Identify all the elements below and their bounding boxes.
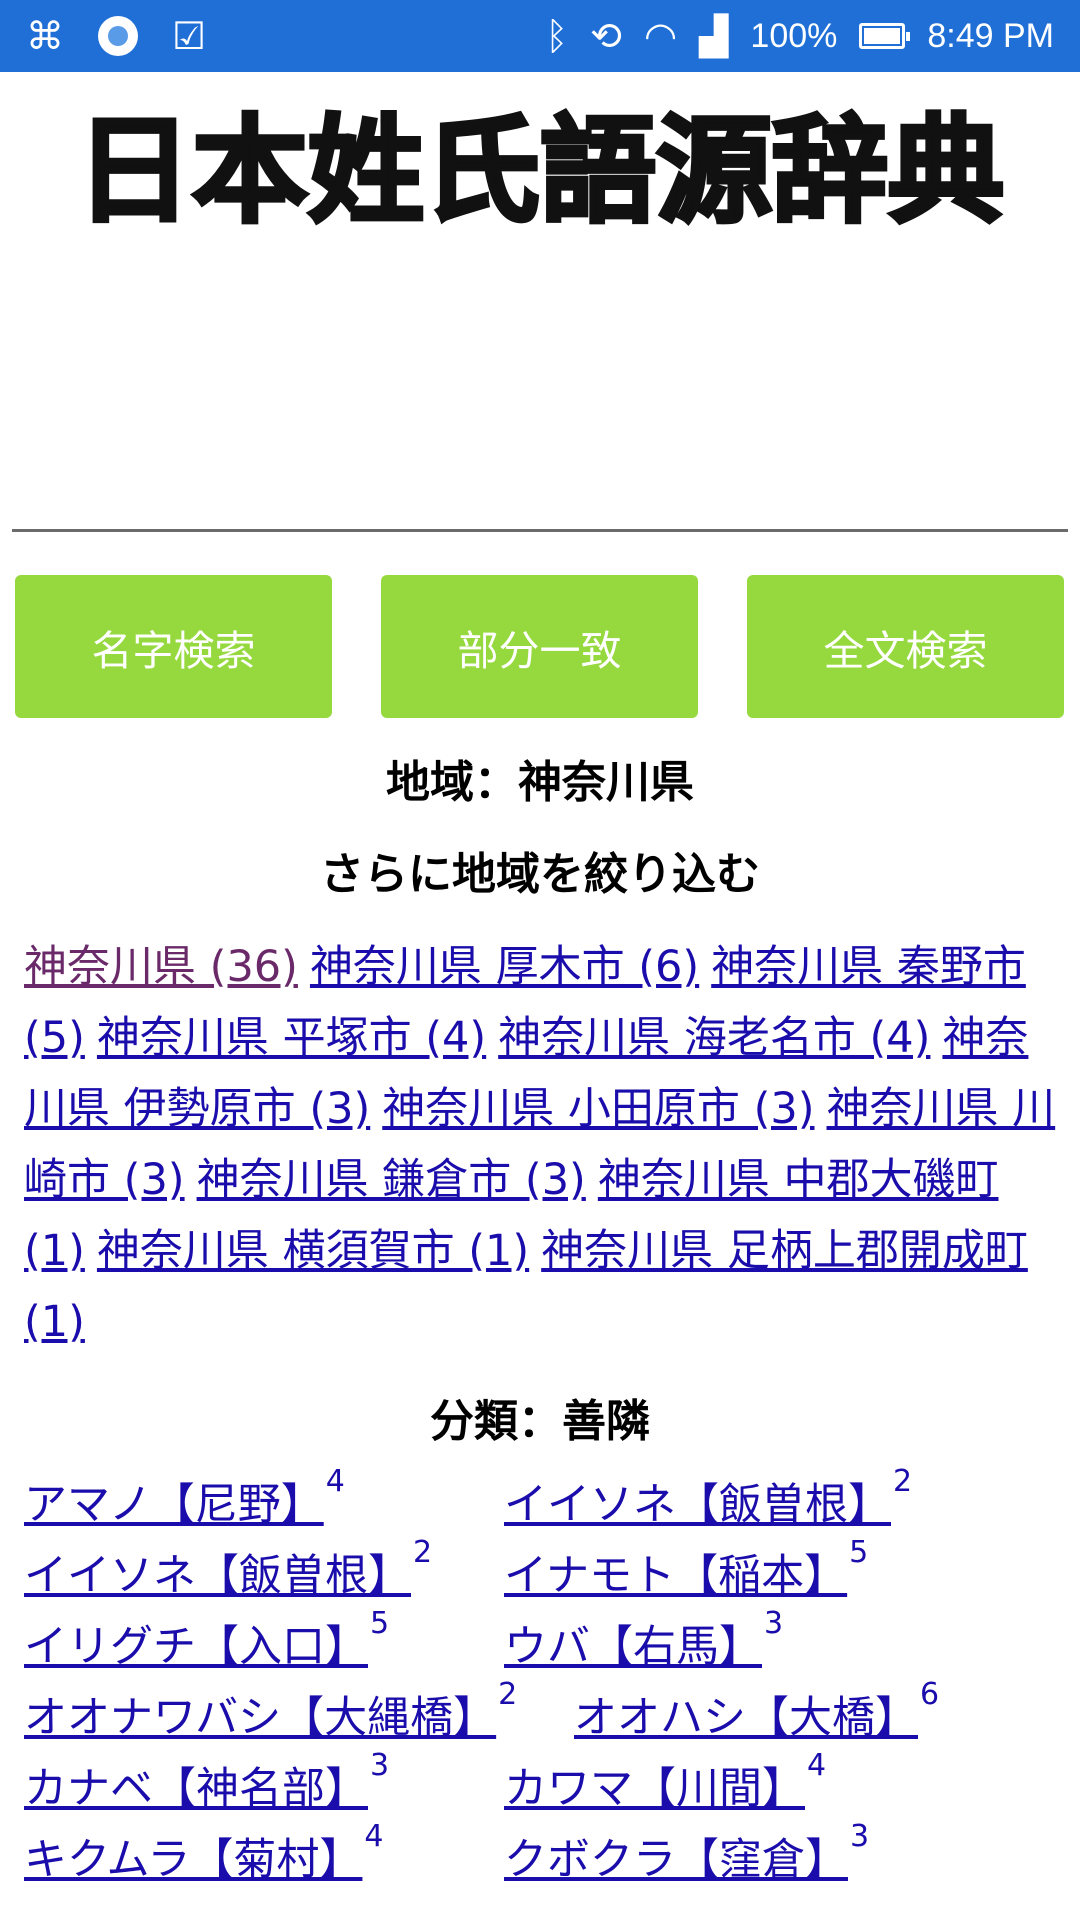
logo-image: 日本姓氏語源辞典: [74, 102, 1006, 241]
count-badge: 4: [325, 1464, 345, 1499]
region-link[interactable]: 神奈川県 横須賀市 (1): [97, 1226, 529, 1276]
count-badge: 5: [849, 1535, 869, 1570]
surname-link[interactable]: イリグチ【入口】: [24, 1622, 368, 1672]
surname-list: アマノ【尼野】4 イイソネ【飯曽根】2 イイソネ【飯曽根】2 イナモト【稲本】5…: [24, 1464, 1064, 1896]
list-item[interactable]: カワマ【川間】4: [504, 1748, 826, 1816]
region-link-list: 神奈川県 (36) 神奈川県 厚木市 (6) 神奈川県 秦野市 (5) 神奈川県 平塚…: [24, 932, 1064, 1358]
list-item[interactable]: オオハシ【大橋】6: [574, 1677, 939, 1745]
surname-link[interactable]: イナモト【稲本】: [504, 1551, 847, 1601]
list-item[interactable]: イリグチ【入口】5: [24, 1606, 389, 1674]
count-badge: 2: [413, 1535, 433, 1570]
list-row: オオナワバシ【大縄橋】2 オオハシ【大橋】6: [24, 1677, 1064, 1754]
clock: 8:49 PM: [927, 16, 1054, 55]
list-row: アマノ【尼野】4 イイソネ【飯曽根】2: [24, 1464, 1064, 1541]
count-badge: 4: [364, 1819, 384, 1854]
list-item[interactable]: イイソネ【飯曽根】2: [24, 1535, 432, 1603]
list-item[interactable]: ウバ【右馬】3: [504, 1606, 783, 1674]
list-item[interactable]: キクムラ【菊村】4: [24, 1819, 384, 1887]
list-row: キクムラ【菊村】4 クボクラ【窪倉】3: [24, 1819, 1064, 1896]
divider: [12, 529, 1068, 532]
count-badge: 3: [370, 1748, 390, 1783]
surname-link[interactable]: オオナワバシ【大縄橋】: [24, 1693, 496, 1743]
count-badge: 2: [498, 1677, 518, 1712]
list-item[interactable]: イイソネ【飯曽根】2: [504, 1464, 912, 1532]
count-badge: 3: [850, 1819, 870, 1854]
region-link[interactable]: 神奈川県 鎌倉市 (3): [197, 1155, 586, 1205]
list-row: カナベ【神名部】3 カワマ【川間】4: [24, 1748, 1064, 1825]
region-link[interactable]: 神奈川県 平塚市 (4): [97, 1013, 486, 1063]
region-link[interactable]: 神奈川県 (36): [24, 942, 298, 992]
signal-icon: ▟: [699, 14, 729, 58]
surname-link[interactable]: クボクラ【窪倉】: [504, 1835, 848, 1885]
partial-match-button[interactable]: 部分一致: [381, 575, 698, 718]
list-item[interactable]: オオナワバシ【大縄橋】2: [24, 1677, 517, 1745]
surname-link[interactable]: カワマ【川間】: [504, 1764, 805, 1814]
region-link[interactable]: 神奈川県 厚木市 (6): [310, 942, 699, 992]
count-badge: 5: [370, 1606, 390, 1641]
logo-text: 日本姓氏語源辞典: [76, 104, 1004, 239]
refine-region-heading: さらに地域を絞り込む: [320, 849, 760, 900]
check-app-icon: ☑: [172, 14, 207, 58]
battery-percent: 100%: [750, 16, 838, 55]
name-search-button[interactable]: 名字検索: [15, 575, 332, 718]
count-badge: 6: [920, 1677, 940, 1712]
app-icon: ⌘: [26, 14, 64, 58]
region-link[interactable]: 神奈川県 海老名市 (4): [498, 1013, 930, 1063]
list-item[interactable]: イナモト【稲本】5: [504, 1535, 868, 1603]
fulltext-search-button[interactable]: 全文検索: [747, 575, 1064, 718]
list-row: イリグチ【入口】5 ウバ【右馬】3: [24, 1606, 1064, 1683]
surname-link[interactable]: アマノ【尼野】: [24, 1480, 324, 1530]
list-item[interactable]: カナベ【神名部】3: [24, 1748, 389, 1816]
count-badge: 4: [807, 1748, 827, 1783]
surname-link[interactable]: カナベ【神名部】: [24, 1764, 368, 1814]
surname-link[interactable]: ウバ【右馬】: [504, 1622, 762, 1672]
category-heading: 分類：善隣: [430, 1396, 650, 1447]
list-row: イイソネ【飯曽根】2 イナモト【稲本】5: [24, 1535, 1064, 1612]
status-bar: ⌘ ☑ ᛒ ⟲ ◠ ▟ 100% 8:49 PM: [0, 0, 1080, 72]
region-heading: 地域：神奈川県: [386, 757, 694, 808]
bluetooth-icon: ᛒ: [545, 14, 569, 58]
region-link[interactable]: 神奈川県 小田原市 (3): [382, 1084, 814, 1134]
surname-link[interactable]: イイソネ【飯曽根】: [504, 1480, 891, 1530]
site-logo[interactable]: 日本姓氏語源辞典: [0, 88, 1080, 248]
list-item[interactable]: クボクラ【窪倉】3: [504, 1819, 869, 1887]
list-item[interactable]: アマノ【尼野】4: [24, 1464, 345, 1532]
rotate-icon: ⟲: [590, 14, 622, 58]
count-badge: 3: [764, 1606, 784, 1641]
battery-icon: [859, 23, 911, 49]
surname-link[interactable]: イイソネ【飯曽根】: [24, 1551, 411, 1601]
circle-app-icon: [98, 16, 138, 56]
wifi-icon: ◠: [644, 14, 678, 58]
surname-link[interactable]: オオハシ【大橋】: [574, 1693, 918, 1743]
surname-link[interactable]: キクムラ【菊村】: [24, 1835, 362, 1885]
count-badge: 2: [893, 1464, 913, 1499]
